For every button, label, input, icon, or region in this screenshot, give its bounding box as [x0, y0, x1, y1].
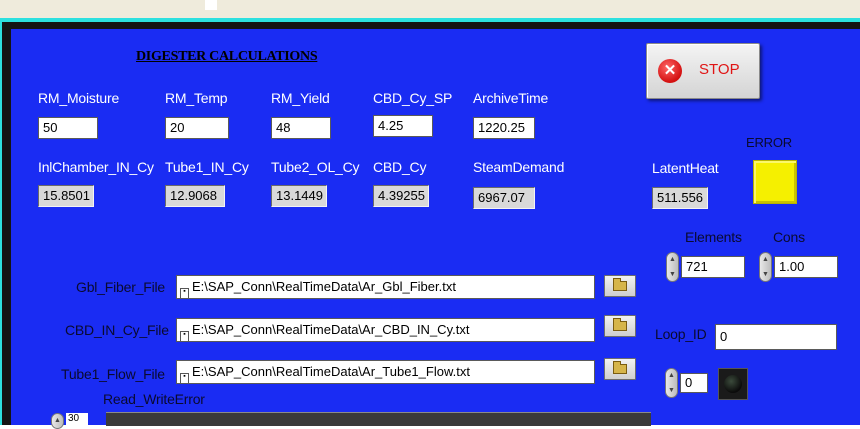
gbl-fiber-file-path[interactable]: ▪ E:\SAP_Conn\RealTimeData\Ar_Gbl_Fiber.t… — [176, 275, 595, 299]
loop-id-field[interactable]: 0 — [715, 324, 837, 350]
tube1-in-cy-indicator: 12.9068 — [165, 185, 225, 207]
tube1-flow-file-path-text: E:\SAP_Conn\RealTimeData\Ar_Tube1_Flow.t… — [192, 364, 470, 379]
tube1-in-cy-label: Tube1_IN_Cy — [165, 159, 249, 175]
rm-temp-input[interactable]: 20 — [165, 117, 229, 139]
cbd-cy-sp-label: CBD_Cy_SP — [373, 90, 453, 106]
cbd-in-cy-file-path-text: E:\SAP_Conn\RealTimeData\Ar_CBD_IN_Cy.tx… — [192, 322, 470, 337]
latent-heat-indicator: 511.556 — [652, 187, 708, 209]
cbd-in-cy-file-browse-button[interactable] — [604, 315, 636, 337]
read-write-error-value[interactable]: 30 — [66, 413, 88, 425]
panel-title: DIGESTER CALCULATIONS — [136, 49, 318, 64]
x-icon: ✕ — [658, 59, 682, 83]
steam-demand-indicator: 6967.07 — [473, 187, 535, 209]
cons-input[interactable]: 1.00 — [774, 256, 838, 278]
stop-button[interactable]: ✕ STOP — [646, 43, 760, 99]
path-icon: ▪ — [180, 331, 189, 341]
archive-time-label: ArchiveTime — [473, 90, 549, 106]
read-write-error-display — [106, 412, 651, 426]
rm-yield-input[interactable]: 48 — [271, 117, 331, 139]
led-bulb — [724, 375, 742, 393]
cbd-cy-label: CBD_Cy — [373, 159, 427, 175]
rm-moisture-input[interactable]: 50 — [38, 117, 98, 139]
tube1-flow-file-label: Tube1_Flow_File — [61, 366, 165, 382]
path-icon: ▪ — [180, 288, 189, 298]
window-top-strip — [0, 0, 860, 18]
folder-icon — [613, 361, 627, 374]
elements-label: Elements — [685, 229, 742, 245]
read-write-error-label: Read_WriteError — [103, 391, 205, 407]
tube2-ol-cy-indicator: 13.1449 — [271, 185, 327, 207]
folder-icon — [613, 318, 627, 331]
cbd-cy-sp-input[interactable]: 4.25 — [373, 115, 433, 137]
cbd-in-cy-file-path[interactable]: ▪ E:\SAP_Conn\RealTimeData\Ar_CBD_IN_Cy.t… — [176, 318, 595, 342]
counter-spinner[interactable]: ▲ ▼ — [665, 368, 678, 398]
inlchamber-in-cy-indicator: 15.8501 — [38, 185, 94, 207]
gbl-fiber-file-path-text: E:\SAP_Conn\RealTimeData\Ar_Gbl_Fiber.tx… — [192, 279, 456, 294]
tube2-ol-cy-label: Tube2_OL_Cy — [271, 159, 360, 175]
cons-spinner[interactable]: ▲ ▼ — [759, 252, 772, 282]
folder-icon — [613, 278, 627, 291]
tube1-flow-file-path[interactable]: ▪ E:\SAP_Conn\RealTimeData\Ar_Tube1_Flow.… — [176, 360, 595, 384]
elements-input[interactable]: 721 — [681, 256, 745, 278]
elements-spinner[interactable]: ▲ ▼ — [666, 252, 679, 282]
steam-demand-label: SteamDemand — [473, 159, 565, 175]
error-led — [753, 160, 797, 204]
error-label: ERROR — [746, 135, 792, 150]
latent-heat-label: LatentHeat — [652, 160, 719, 176]
rm-temp-label: RM_Temp — [165, 90, 228, 106]
front-panel: DIGESTER CALCULATIONS ✕ STOP RM_Moisture… — [11, 29, 860, 429]
strip-notch — [205, 0, 217, 10]
loop-id-value: 0 — [720, 329, 728, 344]
inlchamber-in-cy-label: InlChamber_IN_Cy — [38, 159, 154, 175]
status-led — [718, 368, 748, 400]
path-icon: ▪ — [180, 373, 189, 383]
rm-yield-label: RM_Yield — [271, 90, 330, 106]
cons-label: Cons — [773, 229, 805, 245]
gbl-fiber-file-label: Gbl_Fiber_File — [76, 279, 166, 295]
cbd-cy-indicator: 4.39255 — [373, 185, 429, 207]
stop-button-label: STOP — [699, 61, 740, 78]
loop-id-label: Loop_ID — [655, 326, 707, 342]
counter-input[interactable]: 0 — [680, 373, 708, 393]
cbd-in-cy-file-label: CBD_IN_Cy_File — [65, 322, 169, 338]
gbl-fiber-file-browse-button[interactable] — [604, 275, 636, 297]
rm-moisture-label: RM_Moisture — [38, 90, 120, 106]
archive-time-input[interactable]: 1220.25 — [473, 117, 535, 139]
tube1-flow-file-browse-button[interactable] — [604, 358, 636, 380]
error-spinner[interactable]: ▲ — [51, 413, 64, 429]
